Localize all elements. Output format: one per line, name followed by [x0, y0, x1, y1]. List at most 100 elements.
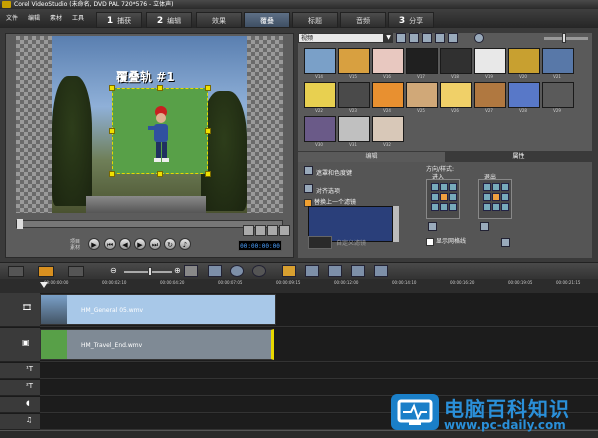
exit-top-left[interactable]	[483, 183, 491, 191]
mask-chroma-button[interactable]: 遮罩和色度键	[316, 168, 352, 177]
grid-settings-icon[interactable]	[501, 238, 510, 247]
prev-frame-button[interactable]: ◀	[119, 238, 131, 250]
library-thumbnail[interactable]: V23	[338, 82, 370, 113]
enter-bottom[interactable]	[440, 203, 448, 211]
tab-attributes[interactable]: 属性	[445, 152, 592, 162]
timeline-view-button[interactable]	[38, 266, 54, 277]
resize-handle-l[interactable]	[109, 128, 115, 134]
step-title[interactable]: 标题	[292, 12, 338, 28]
overlay-track-manager-icon[interactable]	[305, 265, 319, 277]
playhead-marker[interactable]	[40, 282, 48, 288]
exit-center[interactable]	[492, 193, 500, 201]
undo-icon[interactable]	[230, 265, 244, 277]
exit-bottom-right[interactable]	[501, 203, 509, 211]
library-thumbnail[interactable]: V19	[474, 48, 506, 79]
library-thumbnail[interactable]: V20	[508, 48, 540, 79]
fade-icon[interactable]	[480, 222, 489, 231]
enter-center[interactable]	[440, 193, 448, 201]
exit-right[interactable]	[501, 193, 509, 201]
thumbnail-zoom-slider[interactable]	[544, 37, 588, 40]
next-frame-button[interactable]: ▶	[134, 238, 146, 250]
library-thumbnail[interactable]: V28	[508, 82, 540, 113]
resize-handle-r[interactable]	[205, 128, 211, 134]
cut-button[interactable]	[267, 225, 278, 236]
scrubber-handle[interactable]	[17, 219, 23, 229]
exit-top[interactable]	[492, 183, 500, 191]
view-icon[interactable]	[435, 33, 445, 43]
storyboard-view-button[interactable]	[8, 266, 24, 277]
redo-icon[interactable]	[252, 265, 266, 277]
library-thumbnail[interactable]: V18	[440, 48, 472, 79]
volume-button[interactable]: ♪	[179, 238, 191, 250]
exit-bottom[interactable]	[492, 203, 500, 211]
align-icon[interactable]	[304, 184, 313, 193]
video-track-header[interactable]: 🎞	[0, 293, 40, 327]
enter-top-left[interactable]	[431, 183, 439, 191]
library-thumbnail[interactable]: V26	[440, 82, 472, 113]
video-clip[interactable]: HM_General 05.wmv	[40, 294, 276, 325]
resize-handle-b[interactable]	[157, 171, 163, 177]
filter-list-scrollbar[interactable]	[393, 206, 399, 242]
timeline-ruler[interactable]: 00:00:00:00 00:00:02:10 00:00:04:20 00:0…	[0, 279, 598, 293]
exit-top-right[interactable]	[501, 183, 509, 191]
library-thumbnail[interactable]: V22	[304, 82, 336, 113]
smart-proxy-icon[interactable]	[282, 265, 296, 277]
menu-file[interactable]: 文件	[6, 13, 18, 22]
step-effect[interactable]: 效果	[196, 12, 242, 28]
resize-handle-br[interactable]	[205, 171, 211, 177]
pause-duration-icon[interactable]	[428, 222, 437, 231]
title-track-1[interactable]	[40, 363, 598, 379]
library-thumbnail[interactable]: V25	[406, 82, 438, 113]
chapter-point-icon[interactable]	[328, 265, 342, 277]
zoom-in-icon[interactable]: ⊕	[174, 266, 181, 275]
exit-left[interactable]	[483, 193, 491, 201]
title-track-2-header[interactable]: ²T	[0, 380, 40, 396]
enter-left[interactable]	[431, 193, 439, 201]
enter-top[interactable]	[440, 183, 448, 191]
enter-bottom-left[interactable]	[431, 203, 439, 211]
library-thumbnail[interactable]: V16	[372, 48, 404, 79]
film-strip-icon[interactable]	[409, 33, 419, 43]
preview-window[interactable]: 覆叠轨 #1	[16, 36, 283, 213]
mark-out-button[interactable]	[255, 225, 266, 236]
sort-icon[interactable]	[422, 33, 432, 43]
show-grid-checkbox[interactable]: 显示网格线	[426, 236, 466, 246]
options-icon[interactable]	[448, 33, 458, 43]
menu-edit[interactable]: 编辑	[28, 13, 40, 22]
timecode-display[interactable]: 00:00:00:00	[238, 240, 282, 251]
insert-media-icon[interactable]	[208, 265, 222, 277]
music-track-header[interactable]: ♫	[0, 414, 40, 430]
resize-handle-bl[interactable]	[109, 171, 115, 177]
library-thumbnail[interactable]: V31	[338, 116, 370, 147]
project-clip-switch[interactable]: 项目 素材	[70, 239, 80, 251]
filter-preset-dropdown[interactable]	[308, 236, 332, 249]
menu-clip[interactable]: 素材	[50, 13, 62, 22]
audio-mixer-icon[interactable]	[351, 265, 365, 277]
library-thumbnail[interactable]: V24	[372, 82, 404, 113]
title-track-1-header[interactable]: ¹T	[0, 363, 40, 379]
library-thumbnail[interactable]: V17	[406, 48, 438, 79]
align-options-button[interactable]: 对齐选项	[316, 186, 340, 195]
record-capture-icon[interactable]	[374, 265, 388, 277]
exit-bottom-left[interactable]	[483, 203, 491, 211]
library-thumbnail[interactable]: V30	[304, 116, 336, 147]
enter-right[interactable]	[449, 193, 457, 201]
step-edit[interactable]: 2 编辑	[146, 12, 192, 28]
resize-handle-t[interactable]	[157, 85, 163, 91]
step-overlay[interactable]: 覆叠	[244, 12, 290, 28]
zoom-slider-handle[interactable]	[562, 33, 566, 43]
end-button[interactable]: ⏭	[149, 238, 161, 250]
resize-handle-tl[interactable]	[109, 85, 115, 91]
mark-in-button[interactable]	[243, 225, 254, 236]
voice-track-header[interactable]: ◖	[0, 397, 40, 413]
play-button[interactable]: ▶	[88, 238, 100, 250]
step-audio[interactable]: 音频	[340, 12, 386, 28]
menu-tools[interactable]: 工具	[72, 13, 84, 22]
overlay-track[interactable]: HM_Travel_End.wmv	[40, 328, 598, 362]
tab-edit[interactable]: 编辑	[298, 152, 445, 162]
folder-icon[interactable]	[396, 33, 406, 43]
audio-view-button[interactable]	[68, 266, 84, 277]
custom-filter-button[interactable]: 自定义滤镜	[336, 238, 366, 247]
library-thumbnail[interactable]: V29	[542, 82, 574, 113]
home-button[interactable]: ⏮	[104, 238, 116, 250]
